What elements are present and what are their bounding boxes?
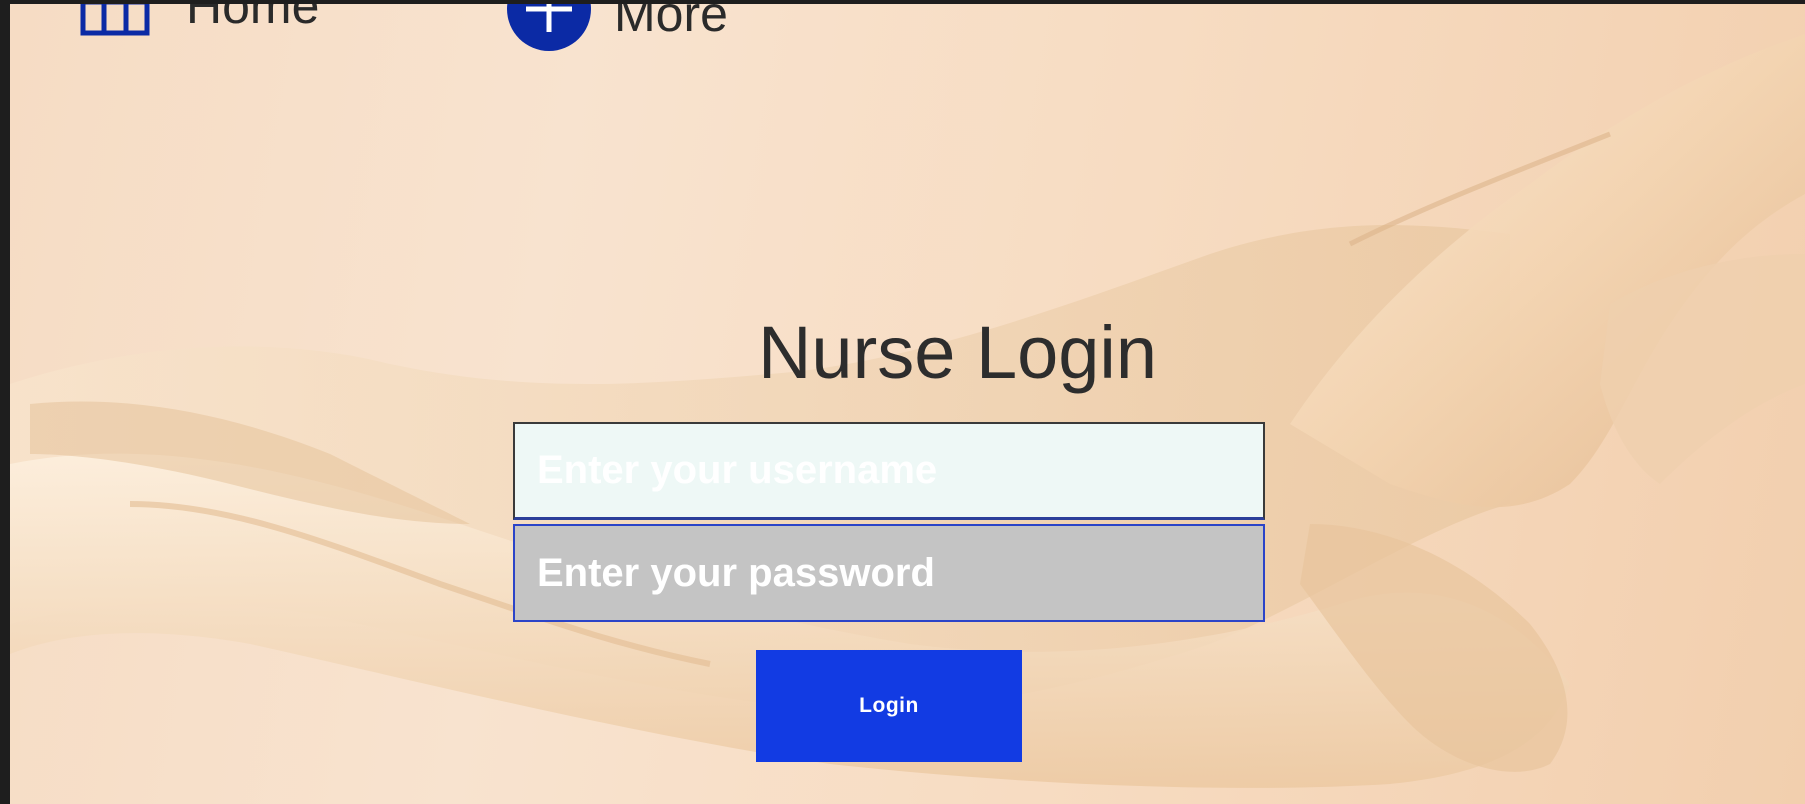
top-nav: Home More (10, 4, 910, 51)
nav-more-label: More (614, 4, 728, 42)
grid-icon (80, 4, 150, 36)
password-input[interactable] (537, 550, 1263, 596)
plus-circle-icon (507, 4, 591, 51)
nav-home-link[interactable]: Home (80, 4, 319, 36)
login-page: Home More Nurse Login Login (10, 4, 1805, 804)
nav-home-label: Home (186, 4, 320, 34)
nav-more-link[interactable]: More (506, 4, 728, 52)
username-input[interactable] (537, 448, 1263, 493)
login-button[interactable]: Login (756, 650, 1022, 762)
page-title: Nurse Login (757, 311, 1157, 394)
password-field[interactable] (513, 524, 1265, 622)
username-field[interactable] (513, 422, 1265, 520)
